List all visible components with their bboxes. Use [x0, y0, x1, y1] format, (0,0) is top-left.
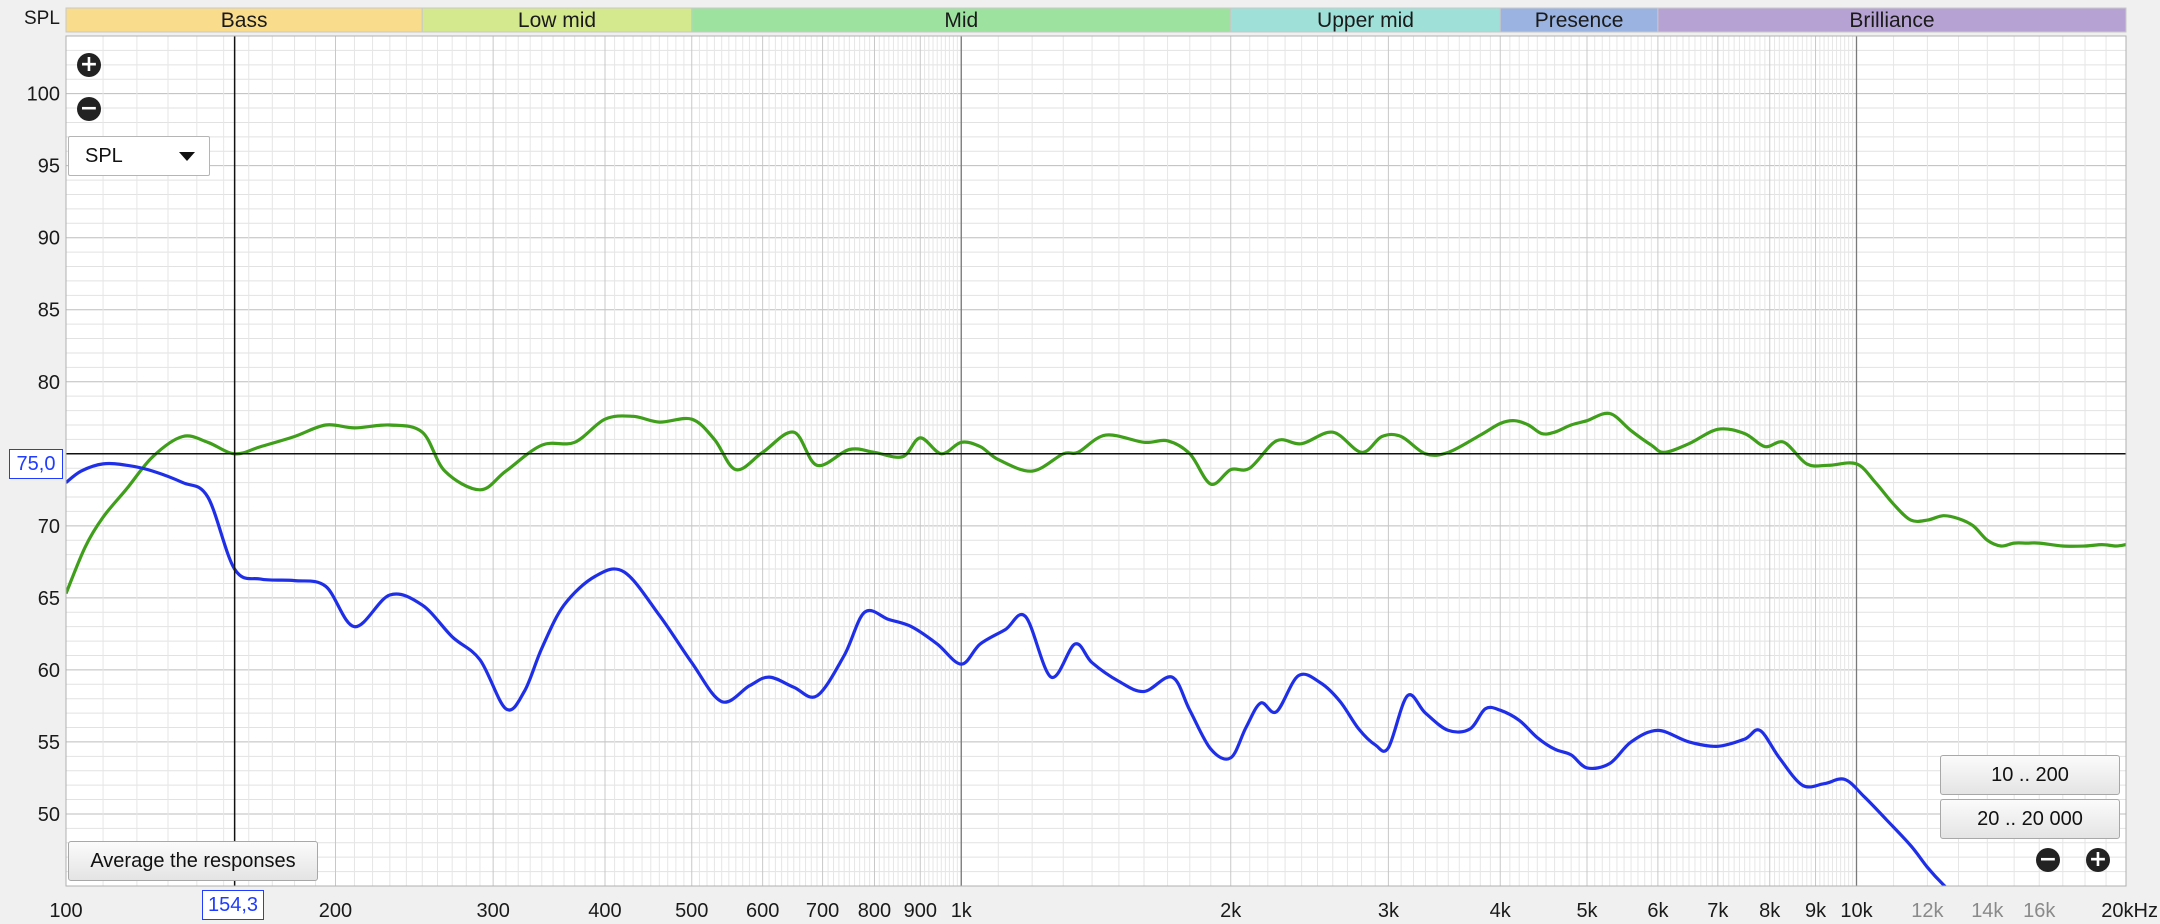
- y-tick-label: 80: [38, 372, 60, 394]
- x-tick-label: 20kHz: [2101, 900, 2158, 922]
- x-tick-label: 100: [49, 900, 82, 922]
- range-20-20000-button[interactable]: 20 .. 20 000: [1940, 799, 2120, 839]
- x-tick-label: 3k: [1378, 900, 1400, 922]
- x-tick-label: 2k: [1220, 900, 1242, 922]
- band-label: Presence: [1535, 9, 1624, 32]
- spl-selector[interactable]: SPL: [68, 136, 210, 176]
- zoom-in-icon[interactable]: +: [77, 53, 101, 77]
- x-tick-label: 700: [806, 900, 839, 922]
- spl-selector-value: SPL: [85, 144, 123, 167]
- x-tick-label: 200: [319, 900, 352, 922]
- x-tick-label: 5k: [1576, 900, 1598, 922]
- y-tick-label: 50: [38, 804, 60, 826]
- cursor-x-readout: 154,3: [202, 890, 264, 920]
- x-tick-label: 14k: [1971, 900, 2004, 922]
- x-tick-label: 600: [746, 900, 779, 922]
- cursor-y-readout: 75,0: [9, 449, 63, 479]
- frequency-bands: Bass Low mid Mid Upper mid Presence Brillianc…: [65, 7, 2127, 33]
- y-axis-unit-label: SPL: [24, 8, 60, 29]
- x-tick-label: 12k: [1911, 900, 1944, 922]
- y-tick-label: 70: [38, 516, 60, 538]
- x-tick-label: 800: [858, 900, 891, 922]
- range-10-200-button[interactable]: 10 .. 200: [1940, 755, 2120, 795]
- x-tick-label: 1k: [951, 900, 973, 922]
- band-label: Upper mid: [1317, 9, 1414, 32]
- x-zoom-out-icon[interactable]: −: [2036, 848, 2060, 872]
- y-tick-label: 60: [38, 660, 60, 682]
- y-tick-label: 65: [38, 588, 60, 610]
- average-responses-button[interactable]: Average the responses: [68, 841, 318, 881]
- x-zoom-in-icon[interactable]: +: [2086, 848, 2110, 872]
- band-label: Bass: [221, 9, 268, 32]
- x-tick-label: 500: [675, 900, 708, 922]
- x-tick-label: 6k: [1647, 900, 1669, 922]
- zoom-out-icon[interactable]: −: [77, 97, 101, 121]
- chevron-down-icon: [179, 152, 195, 161]
- x-tick-label: 16k: [2023, 900, 2056, 922]
- x-tick-label: 300: [476, 900, 509, 922]
- band-label: Low mid: [518, 9, 596, 32]
- y-tick-label: 85: [38, 300, 60, 322]
- plot-area[interactable]: [66, 36, 2126, 886]
- x-tick-label: 7k: [1707, 900, 1729, 922]
- x-tick-label: 4k: [1490, 900, 1512, 922]
- y-tick-label: 55: [38, 732, 60, 754]
- x-tick-label: 400: [588, 900, 621, 922]
- frequency-response-chart[interactable]: Bass Low mid Mid Upper mid Presence Brillianc…: [0, 0, 2160, 924]
- x-tick-label: 10k: [1840, 900, 1873, 922]
- y-tick-label: 100: [27, 84, 60, 106]
- y-tick-label: 90: [38, 228, 60, 250]
- x-tick-label: 900: [904, 900, 937, 922]
- band-label: Brilliance: [1849, 9, 1934, 32]
- x-tick-label: 8k: [1759, 900, 1781, 922]
- band-label: Mid: [944, 9, 978, 32]
- x-tick-label: 9k: [1805, 900, 1827, 922]
- y-tick-label: 95: [38, 156, 60, 178]
